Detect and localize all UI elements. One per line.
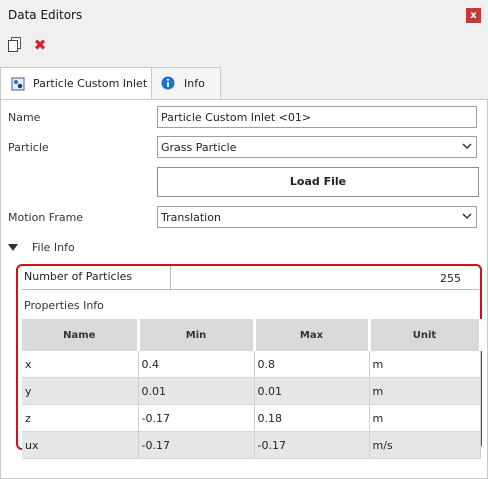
load-file-button[interactable]: Load File — [157, 167, 479, 197]
cell-unit: m/s — [369, 431, 481, 459]
particle-dropdown[interactable]: Grass Particle — [157, 136, 477, 158]
cell-min: -0.17 — [138, 404, 255, 432]
info-circle-icon — [161, 76, 175, 93]
column-header-min[interactable]: Min — [138, 319, 256, 351]
title-bar: Data Editors x — [0, 0, 488, 30]
toolbar: ✖ — [0, 30, 488, 60]
cell-max: 0.8 — [254, 351, 370, 378]
properties-table: Name Min Max Unit x 0.4 0.8 m y 0.01 0.0… — [22, 319, 482, 459]
tab-label: Info — [184, 77, 205, 90]
name-label: Name — [8, 111, 41, 124]
particle-inlet-icon — [11, 77, 25, 94]
tab-info[interactable]: Info — [151, 67, 221, 99]
cell-name: ux — [22, 431, 139, 459]
cell-max: 0.01 — [254, 377, 370, 405]
properties-info-label: Properties Info — [24, 299, 104, 312]
motion-frame-label: Motion Frame — [8, 211, 84, 224]
num-particles-value: 255 — [440, 272, 461, 285]
tab-bar: Particle Custom Inlet Info — [0, 67, 488, 100]
chevron-down-icon — [462, 141, 472, 151]
table-row[interactable]: x 0.4 0.8 m — [22, 351, 481, 378]
close-button[interactable]: x — [466, 8, 481, 23]
collapse-triangle-icon[interactable] — [8, 244, 18, 251]
cell-min: -0.17 — [138, 431, 255, 459]
file-info-heading[interactable]: File Info — [32, 241, 75, 254]
divider — [171, 289, 479, 290]
column-header-name[interactable]: Name — [22, 319, 140, 351]
table-row[interactable]: y 0.01 0.01 m — [22, 377, 481, 405]
tab-label: Particle Custom Inlet — [33, 77, 148, 90]
name-value: Particle Custom Inlet <01> — [161, 111, 312, 124]
cell-name: x — [22, 351, 139, 378]
cell-unit: m — [369, 377, 481, 405]
motion-frame-value: Translation — [161, 211, 221, 224]
table-header-row: Name Min Max Unit — [22, 319, 482, 351]
window-title: Data Editors — [8, 8, 83, 22]
num-particles-label: Number of Particles — [22, 266, 171, 290]
cell-min: 0.01 — [138, 377, 255, 405]
cell-max: -0.17 — [254, 431, 370, 459]
particle-value: Grass Particle — [161, 141, 237, 154]
name-field[interactable]: Particle Custom Inlet <01> — [157, 106, 477, 128]
cell-min: 0.4 — [138, 351, 255, 378]
table-row[interactable]: z -0.17 0.18 m — [22, 404, 481, 432]
column-header-max[interactable]: Max — [254, 319, 371, 351]
cell-unit: m — [369, 404, 481, 432]
motion-frame-dropdown[interactable]: Translation — [157, 206, 477, 228]
table-row[interactable]: ux -0.17 -0.17 m/s — [22, 431, 481, 459]
particle-label: Particle — [8, 141, 49, 154]
cell-name: z — [22, 404, 139, 432]
cell-max: 0.18 — [254, 404, 370, 432]
delete-x-icon[interactable]: ✖ — [32, 36, 48, 54]
tab-particle-custom-inlet[interactable]: Particle Custom Inlet — [0, 67, 152, 100]
copy-document-icon[interactable] — [7, 36, 23, 54]
cell-name: y — [22, 377, 139, 405]
cell-unit: m — [369, 351, 481, 378]
chevron-down-icon — [462, 211, 472, 221]
column-header-unit[interactable]: Unit — [369, 319, 482, 351]
